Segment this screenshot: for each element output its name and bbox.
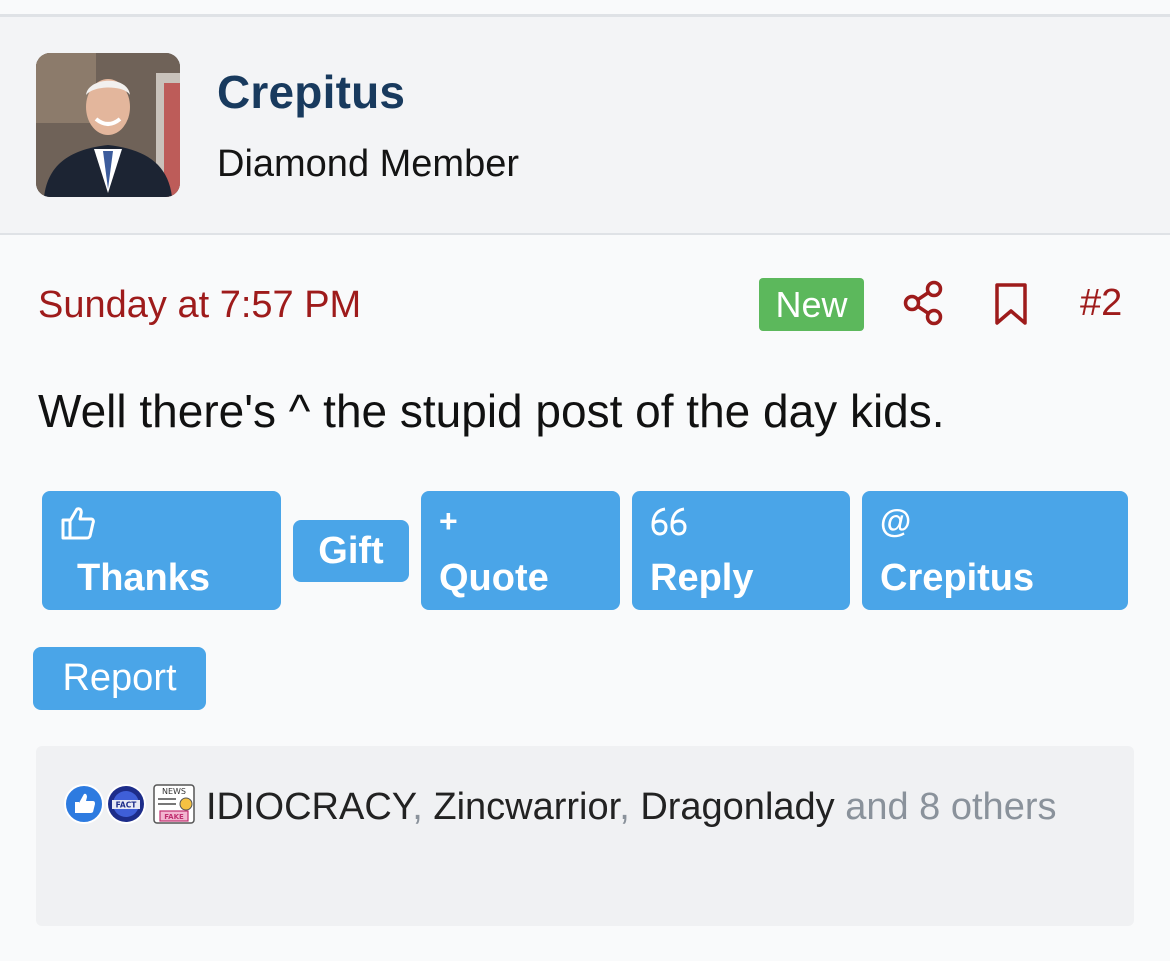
- post-date[interactable]: Sunday at 7:57 PM: [38, 284, 361, 327]
- plus-icon: +: [439, 503, 458, 539]
- separator: ,: [619, 786, 641, 828]
- author-name[interactable]: Crepitus: [217, 65, 405, 119]
- mention-label: Crepitus: [880, 557, 1035, 599]
- bookmark-icon[interactable]: [993, 282, 1029, 326]
- reactions-others-link[interactable]: and 8 others: [835, 786, 1056, 828]
- reply-button[interactable]: Reply: [632, 491, 850, 610]
- report-button[interactable]: Report: [33, 647, 206, 710]
- author-avatar[interactable]: [36, 53, 180, 197]
- new-badge: New: [759, 278, 864, 331]
- mention-button[interactable]: @ Crepitus: [862, 491, 1128, 610]
- post-body: Well there's ^ the stupid post of the da…: [38, 385, 945, 437]
- user-avatar-photo: [36, 53, 180, 197]
- quote-marks-icon: [650, 505, 690, 542]
- reactor-name[interactable]: IDIOCRACY: [206, 786, 412, 828]
- reactions-summary: IDIOCRACY, Zincwarrior, Dragonlady and 8…: [64, 776, 1104, 838]
- gift-label: Gift: [318, 530, 384, 572]
- author-header: Crepitus Diamond Member: [0, 17, 1170, 235]
- at-sign-icon: @: [880, 503, 912, 539]
- reactor-name[interactable]: Dragonlady: [640, 786, 834, 828]
- reply-label: Reply: [650, 557, 754, 599]
- gift-button[interactable]: Gift: [293, 520, 409, 582]
- quote-label: Quote: [439, 557, 549, 599]
- reactions-bar: FACT NEWS FAKE IDIOCRACY, Zincwarrior, D…: [36, 746, 1134, 926]
- thanks-button[interactable]: Thanks: [42, 491, 281, 610]
- share-icon[interactable]: [902, 280, 946, 326]
- author-title: Diamond Member: [217, 143, 519, 185]
- reactor-name[interactable]: Zincwarrior: [433, 786, 619, 828]
- thumbs-up-icon: [60, 505, 96, 546]
- report-label: Report: [62, 657, 177, 699]
- quote-button[interactable]: + Quote: [421, 491, 620, 610]
- post-number-link[interactable]: #2: [1080, 282, 1122, 325]
- separator: ,: [412, 786, 434, 828]
- thanks-label: Thanks: [77, 557, 211, 599]
